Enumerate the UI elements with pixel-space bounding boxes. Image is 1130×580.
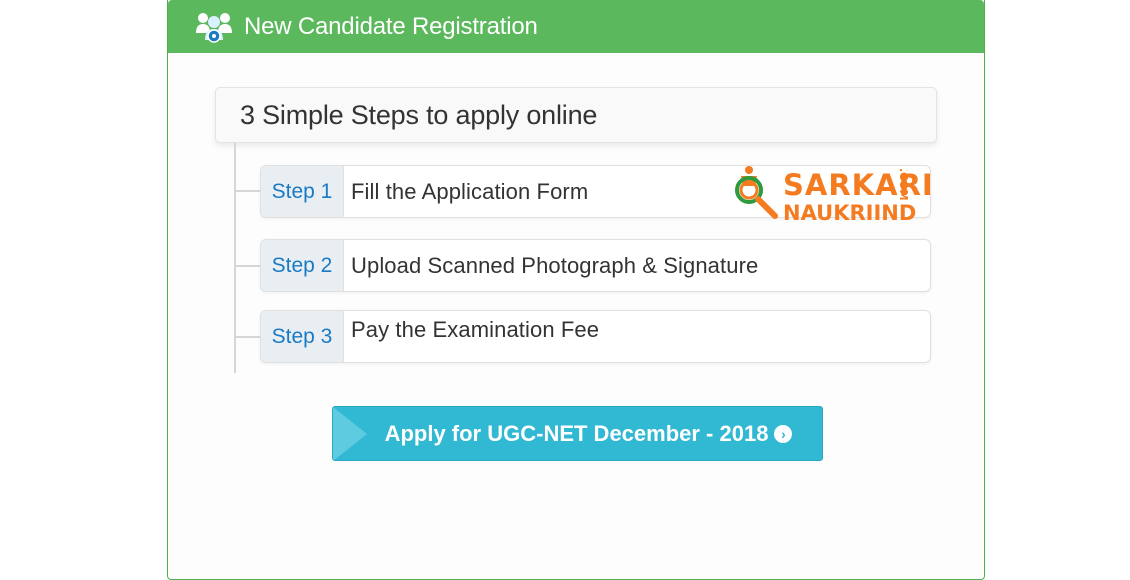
steps-heading: 3 Simple Steps to apply online bbox=[215, 87, 937, 143]
step-item-2: Step 2 Upload Scanned Photograph & Signa… bbox=[260, 239, 931, 292]
users-icon bbox=[194, 9, 234, 45]
timeline-connector bbox=[236, 265, 260, 267]
panel-title: New Candidate Registration bbox=[244, 12, 538, 40]
watermark-logo: SARKARI NAUKRIIND .COM bbox=[731, 164, 933, 226]
timeline-line bbox=[234, 143, 236, 373]
magnifier-person-icon bbox=[735, 166, 778, 219]
watermark-suffix: .COM bbox=[897, 168, 910, 201]
step-item-3: Step 3 Pay the Examination Fee bbox=[260, 310, 931, 363]
timeline-connector bbox=[236, 336, 260, 338]
timeline-connector bbox=[236, 190, 260, 192]
step-text: Pay the Examination Fee bbox=[351, 317, 600, 342]
apply-button-label: Apply for UGC-NET December - 2018 bbox=[384, 420, 769, 446]
registration-panel: New Candidate Registration 3 Simple Step… bbox=[167, 0, 985, 580]
step-number: Step 2 bbox=[261, 240, 344, 291]
step-text: Upload Scanned Photograph & Signature bbox=[351, 252, 759, 278]
chevron-circle-right-icon: › bbox=[774, 424, 793, 443]
step-number: Step 1 bbox=[261, 166, 344, 217]
apply-button[interactable]: Apply for UGC-NET December - 2018 › bbox=[332, 406, 823, 461]
button-arrow-decoration bbox=[333, 407, 367, 460]
panel-header: New Candidate Registration bbox=[168, 0, 984, 53]
step-number: Step 3 bbox=[261, 311, 344, 362]
watermark-line1: SARKARI bbox=[783, 168, 934, 202]
